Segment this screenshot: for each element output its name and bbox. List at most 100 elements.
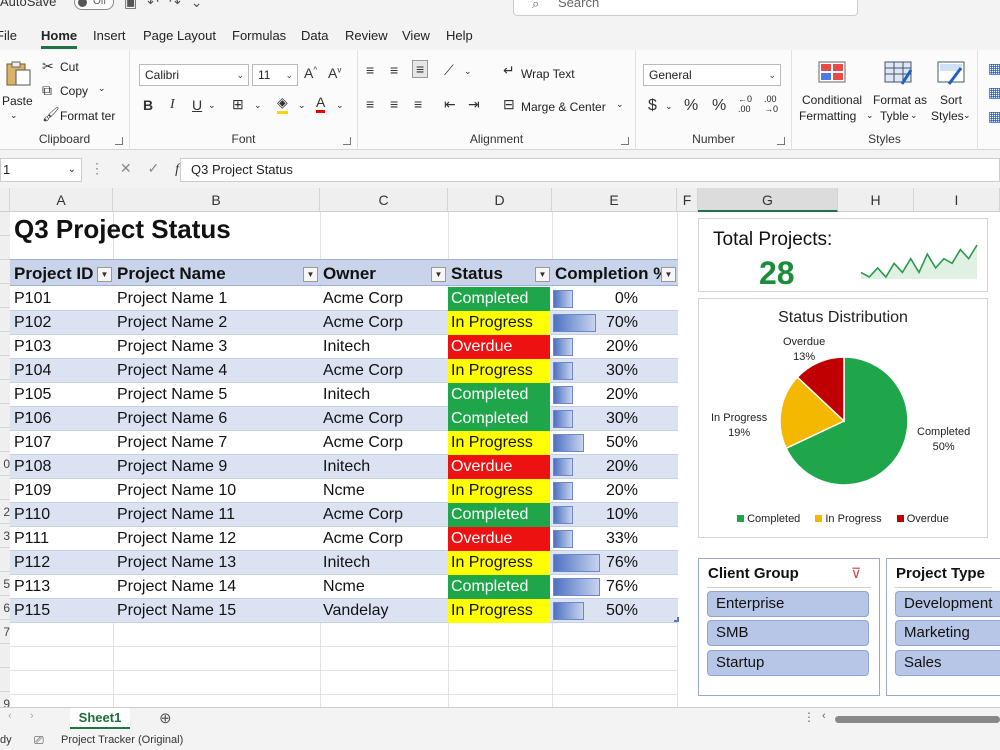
conditional-dropdown-icon[interactable]: ⌄: [866, 110, 874, 121]
insert-cells-icon[interactable]: ▦: [988, 60, 1000, 77]
cell-status[interactable]: Completed: [448, 287, 550, 311]
filter-dropdown-icon[interactable]: ▼: [431, 267, 446, 282]
cell-completion[interactable]: 0%: [570, 287, 638, 311]
row-header[interactable]: [0, 236, 10, 260]
cell-styles-button[interactable]: Sort: [940, 93, 962, 107]
cell-project-id[interactable]: P103: [10, 335, 51, 359]
cell-project-name[interactable]: Project Name 4: [113, 359, 227, 383]
column-header-i[interactable]: I: [914, 188, 1000, 212]
conditional-formatting-icon[interactable]: [818, 60, 846, 86]
accessibility-icon[interactable]: ⎚: [34, 733, 44, 748]
column-header-g[interactable]: G: [698, 188, 838, 212]
cell-owner[interactable]: Initech: [319, 383, 370, 407]
filter-dropdown-icon[interactable]: ▼: [535, 267, 550, 282]
cell-owner[interactable]: Initech: [319, 455, 370, 479]
increase-indent-icon[interactable]: ⇥: [468, 96, 480, 113]
filter-dropdown-icon[interactable]: ▼: [97, 267, 112, 282]
table-row[interactable]: P104 Project Name 4 Acme Corp In Progress 30…: [10, 359, 678, 383]
cell-status[interactable]: In Progress: [448, 359, 550, 383]
underline-button[interactable]: U: [192, 97, 202, 113]
cell-project-name[interactable]: Project Name 3: [113, 335, 227, 359]
prev-sheet-icon[interactable]: ‹: [8, 710, 12, 722]
table-row[interactable]: P106 Project Name 6 Acme Corp Completed 30%: [10, 407, 678, 431]
cell-owner[interactable]: Vandelay: [319, 599, 389, 623]
decrease-indent-icon[interactable]: ⇤: [444, 96, 456, 113]
filter-dropdown-icon[interactable]: ▼: [661, 267, 676, 282]
cell-project-id[interactable]: P112: [10, 551, 50, 575]
align-center-icon[interactable]: ≡: [390, 96, 398, 112]
conditional-formatting-button[interactable]: Conditional: [802, 93, 862, 107]
cell-project-id[interactable]: P102: [10, 311, 51, 335]
row-header[interactable]: [0, 356, 10, 380]
cell-project-name[interactable]: Project Name 13: [113, 551, 236, 575]
cell-owner[interactable]: Acme Corp: [319, 287, 403, 311]
cell-status[interactable]: In Progress: [448, 551, 550, 575]
number-format-select[interactable]: General ⌄: [643, 64, 781, 86]
table-row[interactable]: P102 Project Name 2 Acme Corp In Progress 70…: [10, 311, 678, 335]
merge-center-icon[interactable]: ⊟: [503, 96, 515, 113]
table-row[interactable]: P108 Project Name 9 Initech Overdue 20%: [10, 455, 678, 479]
next-sheet-icon[interactable]: ›: [30, 710, 34, 722]
percent-button[interactable]: %: [684, 97, 698, 115]
row-header[interactable]: [0, 332, 10, 356]
cell-completion[interactable]: 76%: [570, 575, 638, 599]
tab-help[interactable]: Help: [446, 28, 473, 43]
quick-access-icons[interactable]: ▣↶↷⌄: [124, 0, 212, 11]
table-row[interactable]: P107 Project Name 7 Acme Corp In Progress 50…: [10, 431, 678, 455]
cell-project-id[interactable]: P106: [10, 407, 51, 431]
scroll-left-icon[interactable]: ‹: [822, 710, 826, 722]
table-row[interactable]: P101 Project Name 1 Acme Corp Completed 0%: [10, 287, 678, 311]
clear-filter-icon[interactable]: ⊽: [851, 565, 861, 582]
row-header[interactable]: [0, 212, 10, 236]
orientation-dropdown-icon[interactable]: ⌄: [464, 66, 472, 77]
sheet-tab-sheet1[interactable]: Sheet1: [70, 708, 130, 729]
cell-project-name[interactable]: Project Name 2: [113, 311, 227, 335]
paste-dropdown-icon[interactable]: ⌄: [10, 110, 18, 121]
align-right-icon[interactable]: ≡: [414, 96, 422, 112]
currency-dropdown-icon[interactable]: ⌄: [665, 101, 673, 112]
cell-project-name[interactable]: Project Name 1: [113, 287, 227, 311]
wrap-text-button[interactable]: Wrap Text: [521, 67, 575, 81]
cell-completion[interactable]: 33%: [570, 527, 638, 551]
cell-project-id[interactable]: P108: [10, 455, 51, 479]
decrease-decimal-icon[interactable]: .00 →0: [764, 94, 778, 114]
format-cells-icon[interactable]: ▦: [988, 108, 1000, 125]
format-as-table-button[interactable]: Format as: [873, 93, 927, 107]
row-header[interactable]: 2: [0, 500, 10, 524]
column-header-e[interactable]: E: [552, 188, 677, 212]
paste-icon[interactable]: [4, 60, 32, 86]
format-as-table-icon[interactable]: [884, 60, 912, 86]
tab-file[interactable]: File: [0, 28, 17, 43]
cell-completion[interactable]: 30%: [570, 359, 638, 383]
align-top-icon[interactable]: ≡: [366, 62, 374, 78]
cell-project-name[interactable]: Project Name 7: [113, 431, 227, 455]
slicer-item-development[interactable]: Development: [895, 591, 1000, 617]
cell-project-id[interactable]: P113: [10, 575, 50, 599]
cell-status[interactable]: Completed: [448, 503, 550, 527]
cell-project-name[interactable]: Project Name 11: [113, 503, 235, 527]
cell-project-id[interactable]: P104: [10, 359, 51, 383]
merge-dropdown-icon[interactable]: ⌄: [616, 99, 624, 110]
decrease-font-icon[interactable]: Av: [328, 65, 341, 81]
slicer-item-enterprise[interactable]: Enterprise: [707, 591, 869, 617]
cell-status[interactable]: Overdue: [448, 455, 550, 479]
cell-project-id[interactable]: P111: [10, 527, 49, 551]
copy-icon[interactable]: ⧉: [42, 82, 52, 99]
cell-completion[interactable]: 20%: [570, 335, 638, 359]
row-header[interactable]: [0, 668, 10, 692]
search-input[interactable]: ⌕ Search: [513, 0, 858, 16]
cell-owner[interactable]: Ncme: [319, 479, 365, 503]
tab-data[interactable]: Data: [301, 28, 328, 43]
font-color-dropdown-icon[interactable]: ⌄: [336, 100, 344, 111]
increase-font-icon[interactable]: A^: [304, 65, 317, 81]
slicer-item-sales[interactable]: Sales: [895, 650, 1000, 676]
orientation-icon[interactable]: ⟋: [444, 62, 454, 79]
tab-page-layout[interactable]: Page Layout: [143, 28, 216, 43]
alignment-launcher-icon[interactable]: [621, 137, 629, 145]
cell-project-name[interactable]: Project Name 15: [113, 599, 236, 623]
column-header-c[interactable]: C: [320, 188, 448, 212]
cell-completion[interactable]: 50%: [570, 431, 638, 455]
table-row[interactable]: P115 Project Name 15 Vandelay In Progress 50…: [10, 599, 678, 623]
font-size-select[interactable]: 11 ⌄: [252, 64, 298, 86]
add-sheet-icon[interactable]: ⊕: [159, 709, 172, 727]
